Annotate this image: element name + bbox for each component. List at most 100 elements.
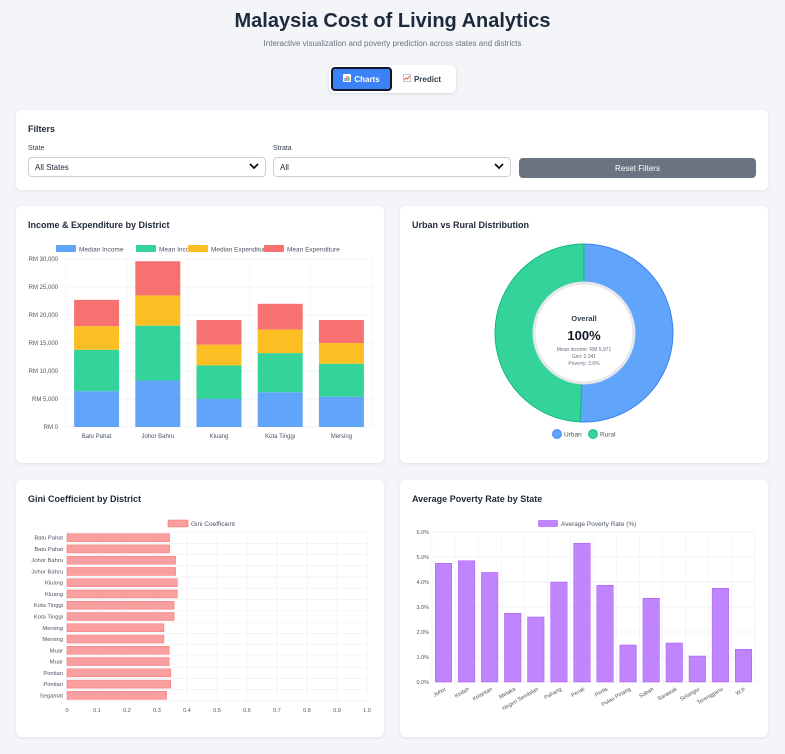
bar-segment [196, 365, 242, 399]
tab-charts[interactable]: Charts [331, 67, 392, 91]
chevron-down-icon [494, 161, 504, 174]
bar-segment [196, 344, 242, 366]
state-select-value: All States [35, 162, 69, 172]
x-tick-label: Mersing [331, 434, 352, 440]
x-tick-label: Terengganu [696, 687, 724, 707]
page-title: Malaysia Cost of Living Analytics [234, 10, 551, 32]
y-tick-label: Mersing [42, 626, 63, 632]
bar [66, 600, 175, 610]
income-expenditure-chart: Median Income Mean Income Median Expenditu… [29, 245, 373, 440]
y-tick-label: Segamat [40, 693, 64, 699]
y-tick-label: 3.0% [416, 605, 429, 611]
bar [66, 679, 172, 689]
bar-segment [135, 380, 181, 427]
bar [66, 544, 170, 554]
bar [550, 581, 568, 683]
bar [66, 533, 170, 542]
legend-swatch [588, 429, 598, 439]
bar [66, 634, 165, 644]
strata-label: Strata [273, 145, 292, 152]
x-tick-label: Perlis [594, 686, 609, 698]
bar-segment [257, 303, 303, 330]
bar [435, 563, 453, 683]
y-tick-label: Kota Tinggi [34, 603, 63, 609]
reset-filters-button[interactable]: Reset Filters [519, 158, 756, 178]
legend-label: Gini Coefficient [191, 521, 235, 528]
legend-swatch [136, 245, 156, 252]
y-tick-label: Muar [50, 660, 63, 666]
view-tabs: Charts Predict [329, 65, 456, 93]
x-tick-label: Sarawak [657, 686, 679, 702]
bar [66, 623, 165, 633]
bar [665, 642, 683, 683]
y-tick-label: 0.0% [416, 680, 429, 686]
legend-label: Rural [600, 432, 616, 439]
gini-card: Gini Coefficient by District Gini Coeffi… [16, 480, 384, 737]
bar-segment [196, 399, 242, 427]
y-tick-label: Kluang [45, 581, 63, 587]
x-tick-label: 0.8 [303, 708, 311, 714]
x-tick-label: 0.2 [123, 708, 131, 714]
x-tick-label: 0.7 [273, 708, 281, 714]
legend-label: Mean Expenditure [287, 247, 340, 254]
bar [527, 616, 545, 683]
bar [596, 585, 614, 683]
bar-segment [74, 391, 120, 427]
y-tick-label: Batu Pahat [34, 536, 63, 542]
legend-label: Median Expenditure [211, 247, 269, 254]
tab-predict[interactable]: Predict [392, 67, 452, 91]
state-label: State [28, 145, 45, 152]
bar-segment [318, 320, 364, 343]
bar [66, 567, 176, 576]
bar [66, 668, 172, 678]
strata-select[interactable]: All [273, 157, 511, 177]
poverty-chart: Average Poverty Rate (%) 0.0% 1.0% 2.0% 3.0%… [416, 520, 756, 712]
legend-swatch [167, 519, 189, 528]
bar-segment [257, 329, 303, 354]
legend-swatch [188, 245, 208, 252]
y-tick-label: 1.0% [416, 655, 429, 661]
bar-segment [318, 396, 364, 427]
filters-card: Filters State All States Strata All Rese… [16, 110, 768, 190]
bar [504, 613, 522, 683]
page-subtitle: Interactive visualization and poverty pr… [263, 39, 522, 48]
bar [66, 589, 178, 599]
bar [66, 555, 176, 565]
bar [458, 560, 476, 683]
center-heading: Overall [571, 314, 596, 323]
x-tick-label: Sabah [638, 687, 655, 700]
filters-title: Filters [28, 124, 56, 134]
strata-select-value: All [280, 162, 289, 172]
urban-rural-card: Urban vs Rural Distribution Overall 100% M… [400, 206, 768, 463]
x-tick-label: Pahang [543, 687, 562, 702]
legend-label: Median Income [79, 247, 124, 254]
bar [619, 644, 637, 683]
x-tick-label: Johor [433, 686, 448, 698]
bar [481, 572, 499, 683]
bar [688, 655, 706, 683]
bar-segment [318, 343, 364, 364]
bar-segment [257, 392, 303, 427]
y-tick-label: Pontian [43, 671, 63, 677]
bar-segment [74, 349, 120, 392]
income-expenditure-card: Income & Expenditure by District Median … [16, 206, 384, 463]
gini-chart: Gini Coefficient 0 0.1 0.2 0.3 0.4 0.5 0.6 0.7 0.… [31, 519, 371, 714]
y-tick-label: RM 5,000 [32, 397, 59, 403]
state-select[interactable]: All States [28, 157, 266, 177]
legend-label: Urban [564, 432, 582, 439]
x-tick-label: 0.4 [183, 708, 191, 714]
y-tick-label: Mersing [42, 637, 63, 643]
trend-chart-icon [402, 74, 411, 84]
legend-swatch [538, 520, 558, 527]
legend-swatch [56, 245, 76, 252]
bar-segment [74, 326, 120, 350]
chevron-down-icon [249, 161, 259, 174]
y-tick-label: Kluang [45, 592, 63, 598]
y-tick-label: Muar [50, 648, 63, 654]
y-tick-label: RM 20,000 [29, 313, 59, 319]
y-tick-label: Johor Bahru [31, 569, 63, 575]
y-tick-label: Johor Bahru [31, 558, 63, 564]
x-tick-label: 0.5 [213, 708, 221, 714]
x-tick-label: 0.3 [153, 708, 161, 714]
bar [66, 578, 178, 587]
